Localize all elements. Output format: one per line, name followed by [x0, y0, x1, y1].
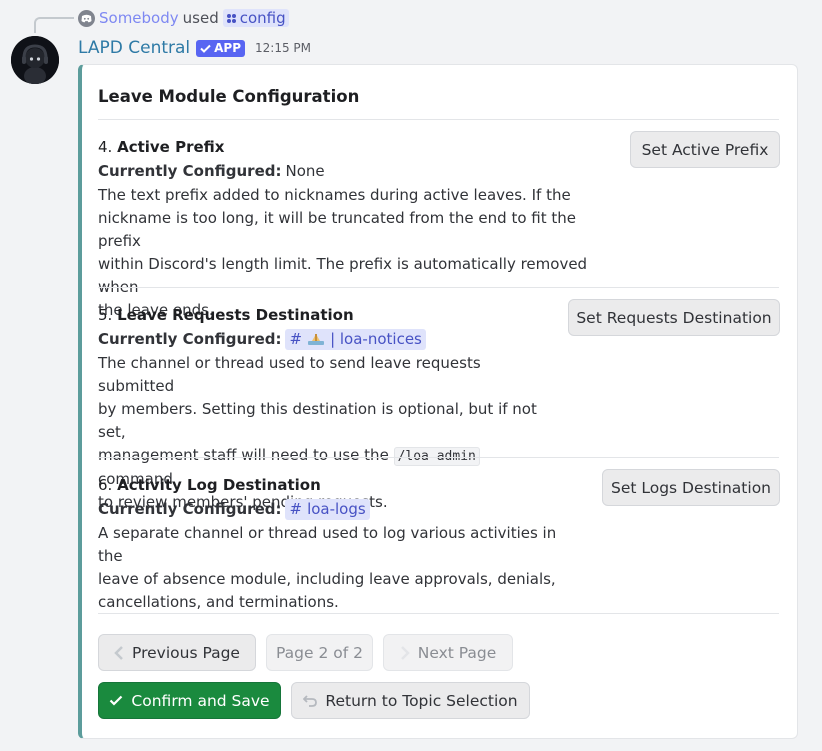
current-label: Currently Configured:: [98, 162, 282, 180]
embed-title: Leave Module Configuration: [98, 87, 360, 106]
confirm-and-save-button[interactable]: Confirm and Save: [98, 682, 281, 719]
channel-mention[interactable]: # loa-logs: [285, 498, 370, 520]
desc-line: within Discord's length limit. The prefi…: [98, 255, 588, 296]
app-badge: APP: [196, 39, 246, 57]
desc-line: leave of absence module, including leave…: [98, 570, 556, 588]
app-command-icon: [226, 13, 236, 23]
confirm-label: Confirm and Save: [131, 691, 270, 710]
section-number: 4.: [98, 138, 113, 156]
desc-line: The text prefix added to nicknames durin…: [98, 186, 571, 204]
section-title: Leave Requests Destination: [117, 306, 354, 324]
timestamp[interactable]: 12:15 PM: [255, 41, 311, 55]
verified-check-icon: [200, 44, 211, 53]
reply-verb: used: [182, 9, 219, 27]
channel-emoji-icon: [308, 333, 325, 345]
channel-hash-icon: #: [289, 500, 303, 518]
set-active-prefix-button[interactable]: Set Active Prefix: [630, 131, 780, 168]
section-number: 5.: [98, 306, 113, 324]
section-title: Active Prefix: [117, 138, 225, 156]
app-badge-label: APP: [214, 41, 242, 55]
return-label: Return to Topic Selection: [325, 691, 518, 710]
section-activity-log: 6. Activity Log Destination Currently Co…: [98, 474, 578, 614]
desc-line: nickname is too long, it will be truncat…: [98, 209, 576, 250]
current-value: None: [285, 162, 325, 180]
section-heading: 6. Activity Log Destination: [98, 474, 578, 496]
return-to-topic-button[interactable]: Return to Topic Selection: [291, 682, 530, 719]
discord-avatar-icon: [78, 9, 95, 27]
return-arrow-icon: [303, 695, 318, 707]
section-heading: 4. Active Prefix: [98, 136, 608, 158]
current-label: Currently Configured:: [98, 330, 282, 348]
current-config: Currently Configured: None: [98, 158, 608, 184]
section-description: The text prefix added to nicknames durin…: [98, 184, 608, 322]
channel-mention[interactable]: # | loa-notices: [285, 328, 426, 350]
desc-text: management staff will need to use the: [98, 446, 389, 464]
current-label: Currently Configured:: [98, 500, 282, 518]
divider: [98, 287, 779, 288]
channel-name: | loa-notices: [330, 330, 422, 348]
section-heading: 5. Leave Requests Destination: [98, 304, 558, 326]
current-config: Currently Configured: # loa-logs: [98, 496, 578, 522]
divider: [98, 457, 779, 458]
reply-preview[interactable]: Somebody used config: [78, 8, 289, 28]
checkmark-icon: [110, 695, 123, 706]
next-page-label: Next Page: [417, 643, 497, 662]
current-config: Currently Configured: # | loa-notices: [98, 326, 558, 352]
channel-name: loa-logs: [307, 500, 366, 518]
reply-connector: [34, 17, 74, 33]
previous-page-label: Previous Page: [132, 643, 240, 662]
page-indicator: Page 2 of 2: [266, 634, 373, 671]
section-description: A separate channel or thread used to log…: [98, 522, 578, 614]
next-page-button: Next Page: [383, 634, 513, 671]
channel-hash-icon: #: [289, 330, 303, 348]
desc-line: cancellations, and terminations.: [98, 593, 339, 611]
slash-command-mention[interactable]: config: [222, 9, 289, 27]
divider: [98, 613, 779, 614]
set-requests-destination-button[interactable]: Set Requests Destination: [568, 299, 780, 336]
desc-line: The channel or thread used to send leave…: [98, 354, 481, 395]
config-embed: Leave Module Configuration 4. Active Pre…: [78, 64, 798, 739]
bot-avatar[interactable]: [11, 36, 59, 84]
section-title: Activity Log Destination: [117, 476, 321, 494]
divider: [98, 119, 779, 120]
desc-line: A separate channel or thread used to log…: [98, 524, 557, 565]
command-name: config: [239, 9, 286, 27]
section-active-prefix: 4. Active Prefix Currently Configured: N…: [98, 136, 608, 322]
message-header: LAPD Central APP 12:15 PM: [78, 36, 311, 60]
reply-username[interactable]: Somebody: [99, 9, 179, 27]
section-number: 6.: [98, 476, 113, 494]
desc-line: by members. Setting this destination is …: [98, 400, 537, 441]
chevron-right-icon: [400, 645, 410, 660]
set-logs-destination-button[interactable]: Set Logs Destination: [602, 469, 780, 506]
previous-page-button[interactable]: Previous Page: [98, 634, 256, 671]
chevron-left-icon: [114, 645, 123, 660]
author-name[interactable]: LAPD Central: [78, 38, 190, 58]
